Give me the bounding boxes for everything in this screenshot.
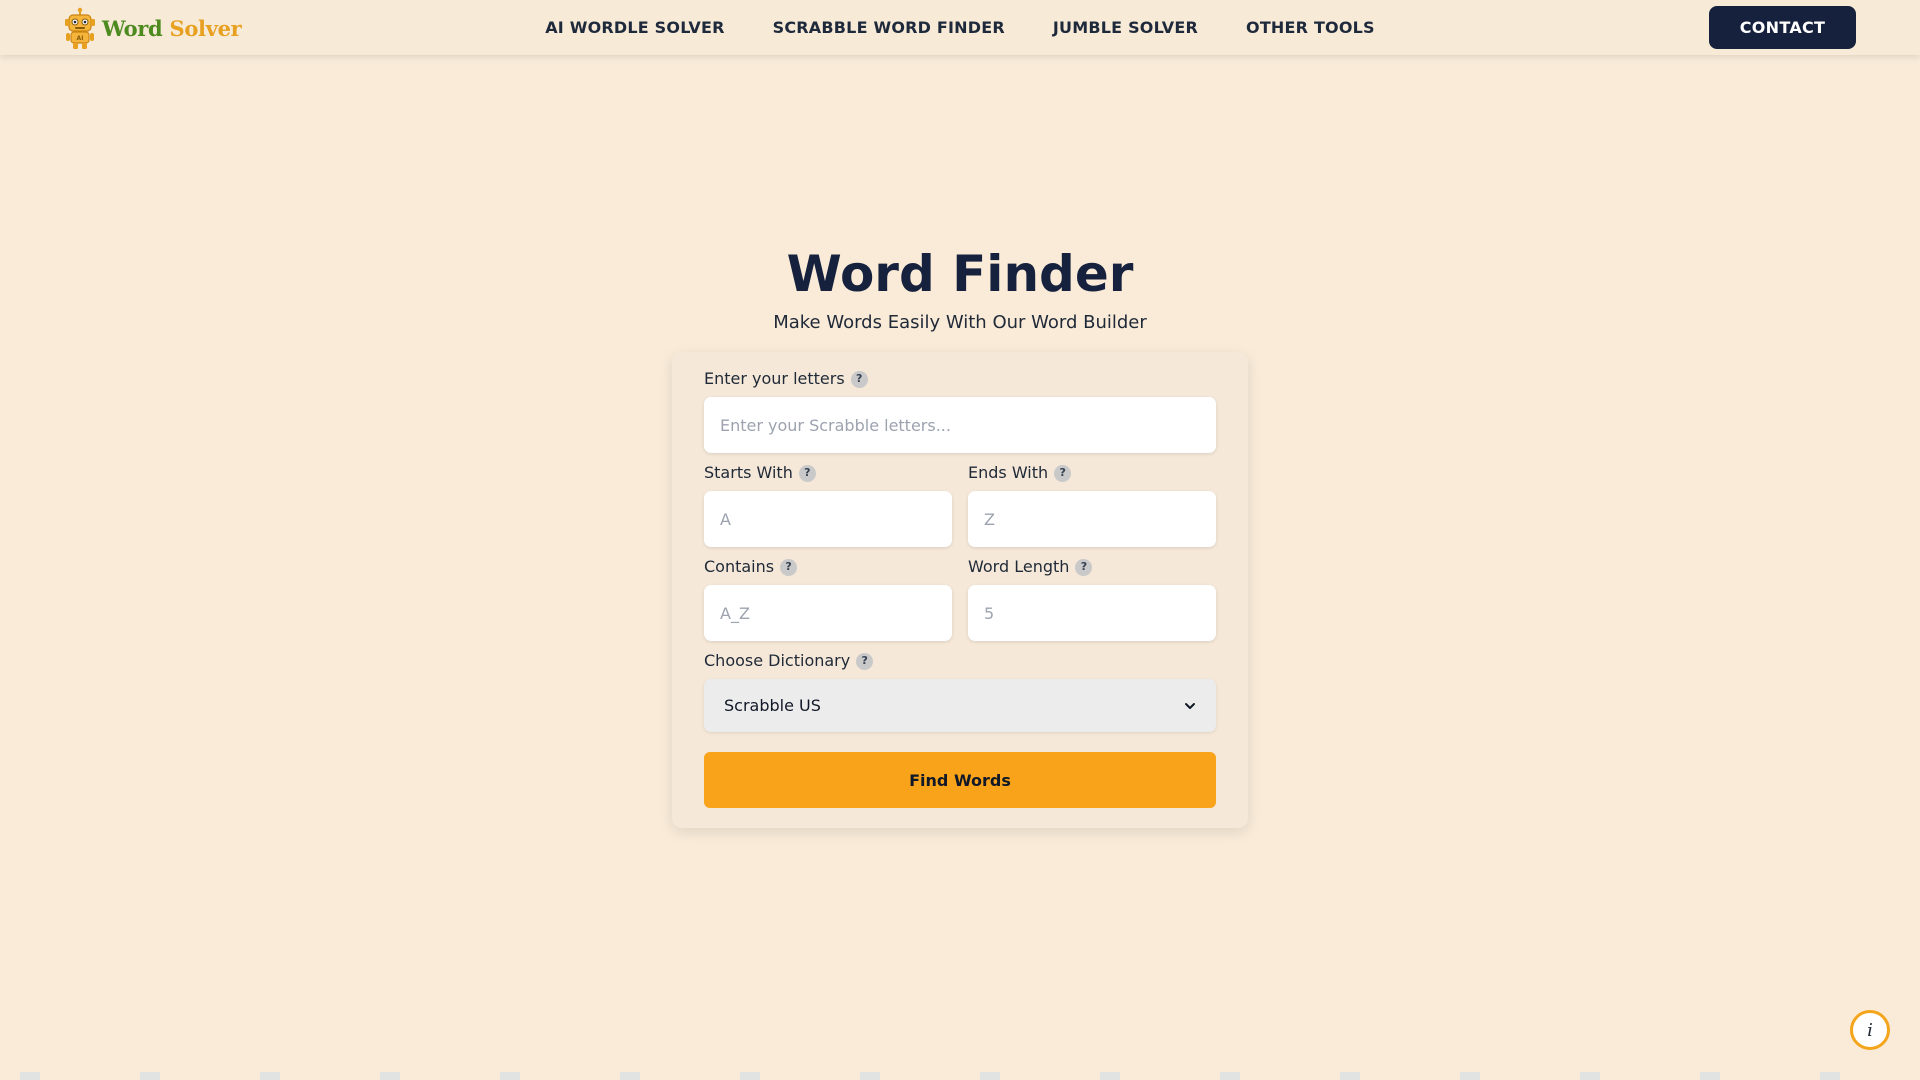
find-words-button[interactable]: Find Words: [704, 752, 1216, 808]
bottom-decoration: [0, 1072, 1920, 1080]
brand-name-part1: Word: [102, 15, 163, 41]
info-icon: i: [1867, 1019, 1873, 1041]
contains-label-text: Contains: [704, 557, 775, 576]
page-title: Word Finder: [786, 245, 1134, 303]
starts-with-help-icon[interactable]: ?: [798, 464, 816, 482]
main-nav: AI WORDLE SOLVER SCRABBLE WORD FINDER JU…: [0, 0, 1920, 55]
ends-with-label-text: Ends With: [968, 463, 1049, 482]
word-finder-form-card: Enter your letters ? Starts With ? Ends …: [672, 352, 1248, 828]
word-length-help-icon[interactable]: ?: [1075, 558, 1093, 576]
starts-with-label: Starts With ?: [704, 463, 816, 483]
ends-with-input[interactable]: [968, 491, 1216, 547]
word-length-input[interactable]: [968, 585, 1216, 641]
letters-help-icon[interactable]: ?: [850, 370, 868, 388]
starts-with-input[interactable]: [704, 491, 952, 547]
dictionary-label-text: Choose Dictionary: [704, 651, 851, 670]
page-subtitle: Make Words Easily With Our Word Builder: [773, 312, 1147, 333]
starts-with-label-text: Starts With: [704, 463, 793, 482]
letters-label-text: Enter your letters: [704, 369, 845, 388]
contains-input[interactable]: [704, 585, 952, 641]
ends-with-label: Ends With ?: [968, 463, 1072, 483]
contact-button[interactable]: CONTACT: [1709, 6, 1856, 49]
nav-link-ai-wordle-solver[interactable]: AI WORDLE SOLVER: [545, 18, 724, 37]
brand-name-part2: Solver: [169, 15, 242, 41]
chevron-down-icon: [1185, 702, 1195, 709]
letters-input[interactable]: [704, 397, 1216, 453]
robot-icon: AI: [65, 7, 95, 49]
info-button[interactable]: i: [1850, 1010, 1890, 1050]
top-navbar: AI Word Solver AI WORDLE SOLVER SCRABBLE…: [0, 0, 1920, 55]
word-length-label: Word Length ?: [968, 557, 1093, 577]
nav-link-other-tools[interactable]: OTHER TOOLS: [1246, 18, 1375, 37]
nav-link-scrabble-word-finder[interactable]: SCRABBLE WORD FINDER: [773, 18, 1005, 37]
word-length-label-text: Word Length: [968, 557, 1070, 576]
brand-name: Word Solver: [102, 15, 242, 41]
contains-label: Contains ?: [704, 557, 798, 577]
brand-logo[interactable]: AI Word Solver: [62, 6, 242, 50]
ends-with-help-icon[interactable]: ?: [1054, 464, 1072, 482]
dictionary-select[interactable]: Scrabble US: [704, 679, 1216, 732]
dictionary-selected-value: Scrabble US: [724, 696, 821, 715]
nav-link-jumble-solver[interactable]: JUMBLE SOLVER: [1053, 18, 1198, 37]
dictionary-label: Choose Dictionary ?: [704, 651, 874, 671]
letters-label: Enter your letters ?: [704, 369, 868, 389]
svg-text:AI: AI: [77, 35, 84, 42]
dictionary-help-icon[interactable]: ?: [856, 652, 874, 670]
contains-help-icon[interactable]: ?: [780, 558, 798, 576]
